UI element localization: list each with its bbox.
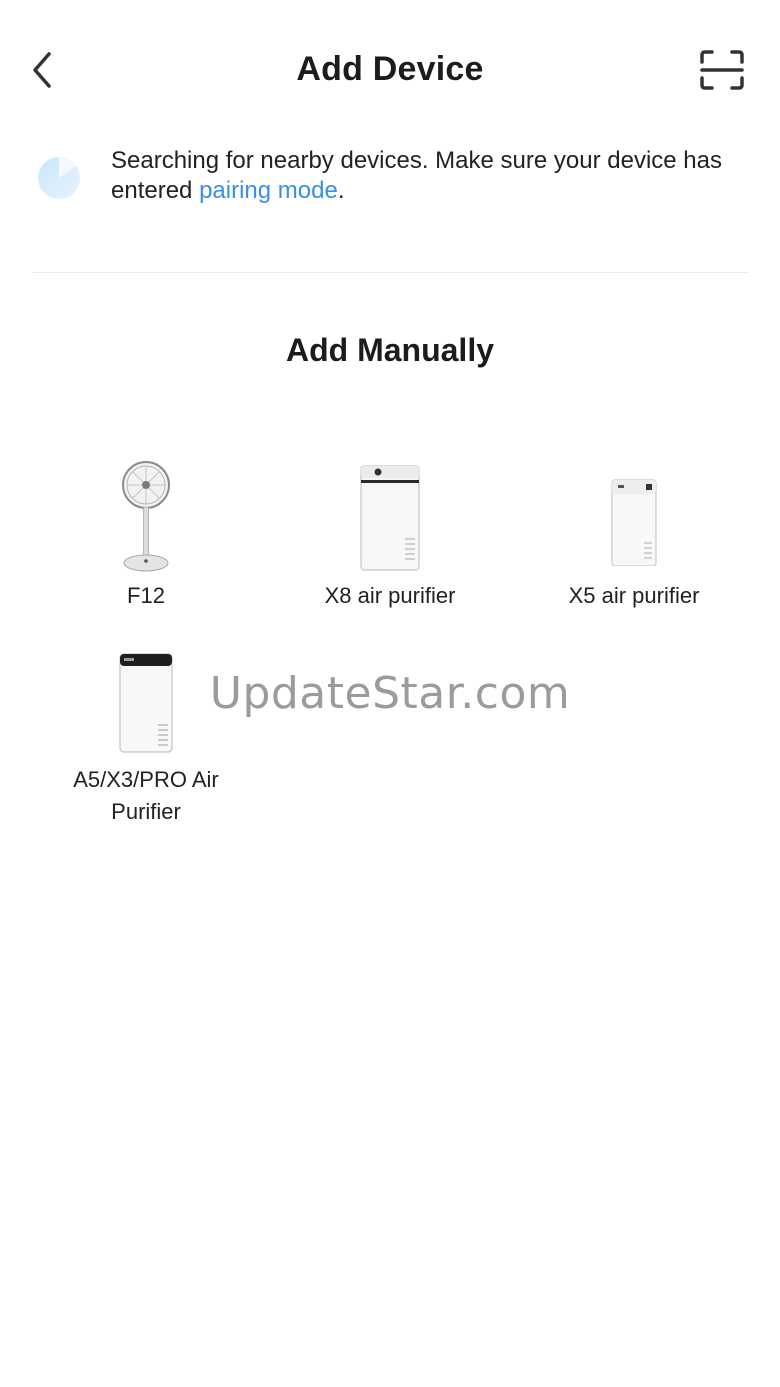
device-item-x5-air-purifier[interactable]: X5 air purifier (514, 456, 754, 612)
add-manually-title: Add Manually (285, 332, 494, 368)
search-status-text: Searching for nearby devices. Make sure … (111, 146, 751, 206)
device-item-x8-air-purifier[interactable]: X8 air purifier (270, 456, 510, 612)
device-name: X5 air purifier (568, 583, 700, 608)
device-name: F12 (127, 583, 165, 608)
header: Add Device (0, 0, 780, 140)
search-status-suffix: . (337, 177, 345, 204)
device-item-f12[interactable]: F12 (26, 456, 266, 612)
fan-icon (86, 456, 206, 576)
air-purifier-icon (330, 456, 450, 576)
device-name: A5/X3/PRO Air Purifier (73, 767, 219, 824)
air-purifier-icon (574, 456, 694, 576)
device-name: X8 air purifier (324, 583, 456, 608)
searching-spinner-icon (38, 157, 80, 199)
scan-button[interactable] (694, 44, 750, 96)
divider (32, 272, 748, 273)
watermark-text: UpdateStar.com (209, 668, 571, 719)
scan-icon (700, 50, 744, 90)
search-banner: Searching for nearby devices. Make sure … (32, 146, 748, 226)
page-title: Add Device (296, 50, 484, 88)
pairing-mode-link[interactable]: pairing mode (199, 177, 338, 204)
